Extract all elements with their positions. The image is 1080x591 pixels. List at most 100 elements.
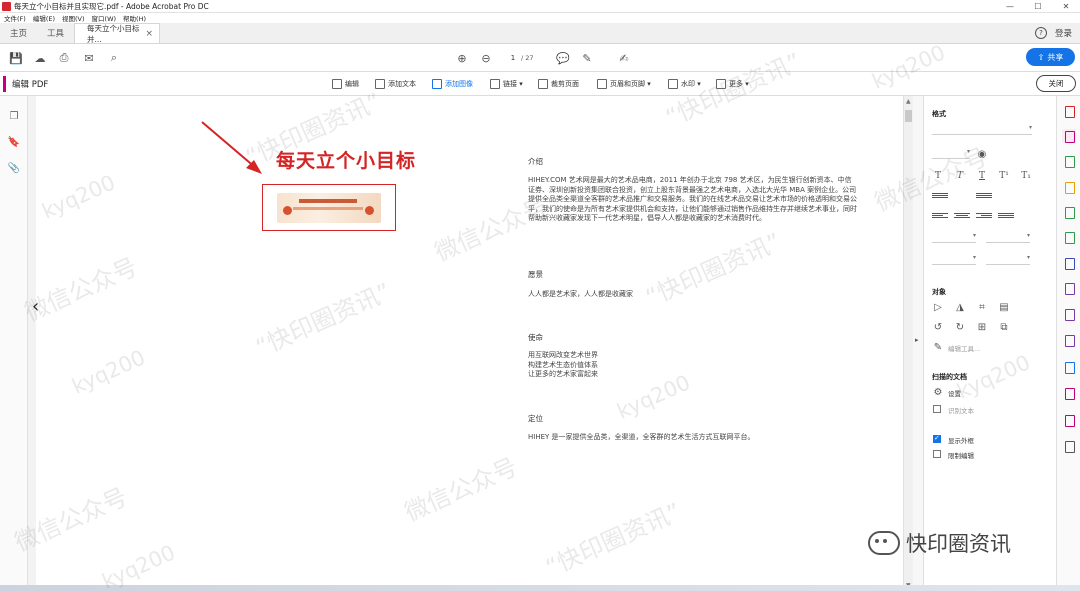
align-right-icon[interactable] xyxy=(976,210,992,221)
menu-help[interactable]: 帮助(H) xyxy=(123,13,146,23)
left-pane-collapse-handle[interactable] xyxy=(28,96,36,591)
red-arrow xyxy=(201,121,262,174)
align-left-icon[interactable] xyxy=(932,210,948,221)
tab-close-icon[interactable]: × xyxy=(145,29,153,39)
email-icon[interactable]: ✉ xyxy=(82,51,96,65)
share-button[interactable]: ⇧ 共享 xyxy=(1026,48,1075,66)
tool-crop-label: 裁剪页面 xyxy=(551,80,579,88)
acrobat-icon xyxy=(2,1,11,11)
bookmark-icon[interactable]: 🔖 xyxy=(8,136,20,148)
section-vision-title: 愿景 xyxy=(528,270,543,279)
tab-home[interactable]: 主页 xyxy=(0,22,37,43)
line-spacing-dropdown[interactable] xyxy=(932,232,976,243)
settings-label[interactable]: 设置 xyxy=(948,388,961,398)
organize-pages-tool-icon[interactable] xyxy=(1062,230,1076,244)
create-pdf-tool-icon[interactable] xyxy=(1062,104,1076,118)
previous-page-arrow[interactable]: ‹ xyxy=(32,296,39,317)
show-outline-checkbox[interactable] xyxy=(933,434,941,443)
tool-add-text[interactable]: 添加文本 xyxy=(375,77,416,91)
stamp-tool-icon[interactable] xyxy=(1062,333,1076,347)
subscript-icon[interactable]: T₁ xyxy=(1020,170,1032,181)
tool-edit[interactable]: 编辑 xyxy=(332,77,359,91)
superscript-icon[interactable]: T¹ xyxy=(998,170,1010,181)
tab-document-label: 每天立个小目标并... xyxy=(87,23,140,44)
image-icon xyxy=(432,79,442,89)
tab-tools[interactable]: 工具 xyxy=(37,22,74,43)
comment-tool-icon[interactable] xyxy=(1062,180,1076,194)
close-window-button[interactable]: ✕ xyxy=(1052,0,1080,13)
replace-image-icon[interactable]: ⊞ xyxy=(976,321,988,333)
edit-tool-icon[interactable]: ✎ xyxy=(932,341,944,353)
tool-header-footer[interactable]: 页眉和页脚 ▾ xyxy=(597,77,651,91)
highlight-pen-icon[interactable]: ✎ xyxy=(580,51,594,65)
section-intro-body: HIHEY.COM 艺术网是最大的艺术品电商，2011 年创办于北京 798 艺… xyxy=(528,176,857,223)
underline-icon[interactable]: T xyxy=(976,170,988,181)
fill-sign-tool-icon[interactable] xyxy=(1062,281,1076,295)
section-intro-title: 介绍 xyxy=(528,157,543,166)
edit-tool-label[interactable]: 编辑工具... xyxy=(948,343,980,353)
combine-files-tool-icon[interactable] xyxy=(1062,205,1076,219)
page-thumbnails-icon[interactable]: ❐ xyxy=(8,110,20,122)
character-scale-dropdown[interactable] xyxy=(932,254,976,265)
bullet-list-icon[interactable] xyxy=(932,190,948,201)
justify-icon[interactable] xyxy=(998,210,1014,221)
right-pane-collapse-handle[interactable]: ▸ xyxy=(913,96,923,591)
wechat-logo-icon xyxy=(868,531,900,555)
close-edit-button[interactable]: 关闭 xyxy=(1036,75,1076,92)
tool-add-image[interactable]: 添加图像 xyxy=(432,77,473,91)
crop-image-icon[interactable]: ⌗ xyxy=(976,301,988,313)
cloud-upload-icon[interactable]: ☁ xyxy=(33,51,47,65)
save-icon[interactable]: 💾 xyxy=(9,51,23,65)
attachment-icon[interactable]: 📎 xyxy=(8,162,20,174)
text-style-normal-icon[interactable]: T xyxy=(932,170,944,181)
vertical-scrollbar[interactable]: ▲ ▼ xyxy=(903,96,913,591)
recognize-text-checkbox[interactable] xyxy=(933,405,941,413)
menu-window[interactable]: 窗口(W) xyxy=(92,13,117,23)
export-pdf-tool-icon[interactable] xyxy=(1062,154,1076,168)
maximize-button[interactable]: ☐ xyxy=(1024,0,1052,13)
minimize-button[interactable]: — xyxy=(996,0,1024,13)
italic-icon[interactable]: T xyxy=(954,170,966,181)
tool-crop-pages[interactable]: 裁剪页面 xyxy=(538,77,579,91)
print-icon[interactable]: ⎙ xyxy=(57,51,71,65)
scroll-up-icon[interactable]: ▲ xyxy=(906,98,911,105)
rotate-left-icon[interactable]: ↺ xyxy=(932,321,944,333)
prepare-form-tool-icon[interactable] xyxy=(1062,386,1076,400)
restrict-edit-checkbox[interactable] xyxy=(933,450,941,458)
more-object-options-icon[interactable]: ⧉ xyxy=(998,321,1010,333)
flip-horizontal-icon[interactable]: ◮ xyxy=(954,301,966,313)
more-tools-icon[interactable] xyxy=(1062,439,1076,453)
page-up-icon[interactable]: ⊕ xyxy=(455,51,469,65)
font-color-icon[interactable]: ◉ xyxy=(976,148,988,160)
numbered-list-icon[interactable] xyxy=(976,190,992,201)
optimize-tool-icon[interactable] xyxy=(1062,413,1076,427)
protect-tool-icon[interactable] xyxy=(1062,256,1076,270)
tool-more[interactable]: 更多 ▾ xyxy=(716,77,749,91)
font-family-dropdown[interactable] xyxy=(932,124,1032,135)
rotate-right-icon[interactable]: ↻ xyxy=(954,321,966,333)
document-view[interactable]: 每天立个小目标 介绍 HIHEY.COM 艺术网是最大的艺术品电商，2011 年… xyxy=(36,96,903,591)
page-number-input[interactable]: 1 xyxy=(505,51,521,65)
page-down-icon[interactable]: ⊖ xyxy=(479,51,493,65)
send-for-signature-tool-icon[interactable] xyxy=(1062,307,1076,321)
edit-pdf-tool-icon[interactable] xyxy=(1062,129,1076,143)
sign-icon[interactable]: ✍ xyxy=(617,51,631,65)
login-link[interactable]: 登录 xyxy=(1055,27,1072,39)
scrollbar-thumb[interactable] xyxy=(905,110,912,122)
flip-vertical-icon[interactable]: ▷ xyxy=(932,301,944,313)
section-position-title: 定位 xyxy=(528,414,543,423)
align-center-icon[interactable] xyxy=(954,210,970,221)
tab-document[interactable]: 每天立个小目标并... × xyxy=(74,23,161,44)
arrange-icon[interactable]: ▤ xyxy=(998,301,1010,313)
search-icon[interactable]: ⌕ xyxy=(107,51,121,65)
share-tool-icon[interactable] xyxy=(1062,360,1076,374)
paragraph-spacing-dropdown[interactable] xyxy=(986,232,1030,243)
comment-icon[interactable]: 💬 xyxy=(556,51,570,65)
character-spacing-dropdown[interactable] xyxy=(986,254,1030,265)
tool-link[interactable]: 链接 ▾ xyxy=(490,77,523,91)
selected-image[interactable] xyxy=(262,184,396,231)
help-icon[interactable]: ? xyxy=(1034,26,1047,39)
settings-gear-icon[interactable]: ⚙ xyxy=(932,386,944,398)
font-size-dropdown[interactable] xyxy=(932,148,970,159)
tool-watermark[interactable]: 水印 ▾ xyxy=(668,77,701,91)
